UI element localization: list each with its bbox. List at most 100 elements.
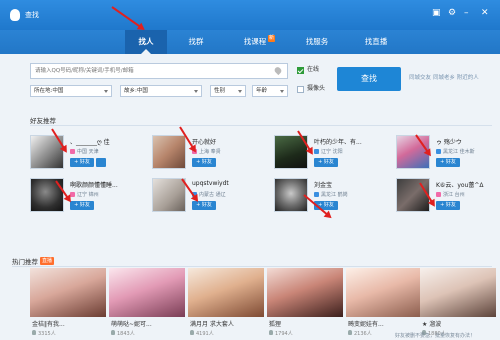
person-name[interactable]: K⑥云、you蕾^Δ bbox=[436, 180, 483, 189]
hometown-select[interactable]: 故乡:中国 bbox=[120, 85, 202, 97]
shirt-icon[interactable]: ▣ bbox=[432, 8, 441, 18]
live-thumbnail[interactable] bbox=[30, 268, 106, 317]
live-card[interactable]: 萌萌哒~妮可... 1843人 bbox=[109, 268, 185, 338]
minimize-icon[interactable]: – bbox=[464, 8, 469, 18]
settings-icon[interactable]: ⚙ bbox=[448, 8, 456, 18]
location-icon[interactable] bbox=[273, 65, 283, 76]
user-icon bbox=[190, 330, 194, 335]
camera-checkbox[interactable] bbox=[297, 86, 304, 93]
divider bbox=[30, 125, 492, 126]
male-icon bbox=[314, 192, 319, 197]
gender-select-value: 性别 bbox=[214, 88, 226, 94]
tab-find-service[interactable]: 找服务 bbox=[296, 30, 338, 54]
live-card[interactable]: 狐狸 1794人 bbox=[267, 268, 343, 338]
live-thumbnail[interactable] bbox=[346, 268, 422, 317]
avatar[interactable] bbox=[152, 135, 186, 169]
add-friend-button[interactable]: + 好友 bbox=[436, 201, 460, 210]
close-icon[interactable]: ✕ bbox=[481, 8, 489, 18]
person-location: 黑龙江 鹤岗 bbox=[314, 191, 348, 198]
qq-logo-icon bbox=[10, 9, 20, 21]
chat-icon[interactable] bbox=[96, 158, 106, 167]
gender-select[interactable]: 性别 bbox=[210, 85, 246, 97]
friends-section-title: 好友推荐 bbox=[30, 117, 56, 125]
chevron-down-icon bbox=[280, 90, 284, 93]
live-name[interactable]: 萌萌哒~妮可... bbox=[111, 319, 152, 328]
person-name[interactable]: upqstvwiydt bbox=[192, 180, 229, 187]
live-card[interactable]: 满月月 求大套人 4191人 bbox=[188, 268, 264, 338]
person-location: 辽宁 沈阳 bbox=[314, 148, 343, 155]
person-name[interactable]: ゥ 殇少ウ bbox=[436, 137, 462, 146]
hot-section-title: 热门推荐 bbox=[12, 258, 38, 266]
person-card[interactable]: 叶朽的少年、有... 辽宁 沈阳 + 好友 bbox=[274, 135, 389, 171]
search-box[interactable] bbox=[30, 63, 288, 79]
divider bbox=[12, 266, 492, 267]
age-select[interactable]: 年龄 bbox=[252, 85, 288, 97]
avatar[interactable] bbox=[152, 178, 186, 212]
live-name[interactable]: 狐狸 bbox=[269, 319, 281, 328]
person-location-text: 辽宁 锦州 bbox=[77, 192, 99, 198]
person-card[interactable]: 啊歌颜颜懂懂睡... 辽宁 锦州 + 好友 bbox=[30, 178, 145, 214]
live-card[interactable]: ★ 溜波 1880人 bbox=[420, 268, 496, 338]
person-name[interactable]: 、_______ღ 佳 bbox=[70, 137, 110, 146]
location-select[interactable]: 所在地:中国 bbox=[30, 85, 112, 97]
person-location-text: 黑龙江 佳木斯 bbox=[443, 149, 475, 155]
female-icon bbox=[70, 149, 75, 154]
person-location: 浙江 台州 bbox=[436, 191, 465, 198]
person-name[interactable]: 刘金宝 bbox=[314, 180, 332, 189]
tab-find-live[interactable]: 找直播 bbox=[355, 30, 397, 54]
person-location: 黑龙江 佳木斯 bbox=[436, 148, 475, 155]
live-thumbnail[interactable] bbox=[188, 268, 264, 317]
chevron-down-icon bbox=[194, 90, 198, 93]
person-card[interactable]: ゥ 殇少ウ 黑龙江 佳木斯 + 好友 bbox=[396, 135, 500, 171]
online-checkbox[interactable] bbox=[297, 67, 304, 74]
live-name[interactable]: 畸变妮娃有... bbox=[348, 319, 384, 328]
person-name[interactable]: 叶朽的少年、有... bbox=[314, 137, 362, 146]
live-thumbnail[interactable] bbox=[267, 268, 343, 317]
add-friend-button[interactable]: + 好友 bbox=[436, 158, 460, 167]
person-card[interactable]: upqstvwiydt 内蒙古 通辽 + 好友 bbox=[152, 178, 267, 214]
user-icon bbox=[111, 330, 115, 335]
add-friend-button[interactable]: + 好友 bbox=[314, 158, 338, 167]
person-name[interactable]: 啊歌颜颜懂懂睡... bbox=[70, 180, 118, 189]
window-title: 查找 bbox=[25, 11, 39, 19]
new-badge: 新 bbox=[268, 35, 276, 42]
live-card[interactable]: 畸变妮娃有... 2136人 bbox=[346, 268, 422, 338]
live-card[interactable]: 金桔‖有我... 3315人 bbox=[30, 268, 106, 338]
person-card[interactable]: K⑥云、you蕾^Δ 浙江 台州 + 好友 bbox=[396, 178, 500, 214]
viewer-count: 1843人 bbox=[117, 331, 135, 337]
live-thumbnail[interactable] bbox=[420, 268, 496, 317]
live-name[interactable]: 满月月 求大套人 bbox=[190, 319, 234, 328]
person-card[interactable]: 刘金宝 黑龙江 鹤岗 + 好友 bbox=[274, 178, 389, 214]
live-badge: 直播 bbox=[40, 257, 55, 265]
avatar[interactable] bbox=[396, 178, 430, 212]
viewer-count: 2136人 bbox=[354, 331, 372, 337]
link-local-nearby[interactable]: 同城老乡 附近的人 bbox=[433, 73, 479, 81]
chevron-down-icon bbox=[238, 90, 242, 93]
tab-bar: 找人 找群 找课程 新 找服务 找直播 bbox=[0, 30, 500, 54]
search-button[interactable]: 查找 bbox=[337, 67, 401, 91]
footer-hint-link[interactable]: 好友被删不要急，批量恢复有办法！ bbox=[395, 332, 475, 339]
tab-find-group[interactable]: 找群 bbox=[177, 30, 215, 54]
live-name[interactable]: 金桔‖有我... bbox=[32, 319, 65, 328]
live-name[interactable]: ★ 溜波 bbox=[422, 319, 441, 328]
person-card[interactable]: 开心就好 上海 奉贤 + 好友 bbox=[152, 135, 267, 171]
add-friend-button[interactable]: + 好友 bbox=[192, 158, 216, 167]
user-icon bbox=[32, 330, 36, 335]
add-friend-button[interactable]: + 好友 bbox=[70, 201, 94, 210]
tab-find-people[interactable]: 找人 bbox=[125, 30, 167, 54]
person-location-text: 辽宁 沈阳 bbox=[321, 149, 343, 155]
online-label: 在线 bbox=[307, 66, 320, 73]
person-location-text: 浙江 台州 bbox=[443, 192, 465, 198]
link-local-dating[interactable]: 同城交友 bbox=[409, 73, 431, 81]
viewer-count: 1794人 bbox=[275, 331, 293, 337]
add-friend-button[interactable]: + 好友 bbox=[70, 158, 94, 167]
tab-find-course[interactable]: 找课程 bbox=[235, 30, 275, 54]
location-select-value: 所在地:中国 bbox=[34, 88, 64, 94]
search-input[interactable] bbox=[31, 64, 261, 78]
user-icon bbox=[269, 330, 273, 335]
live-thumbnail[interactable] bbox=[109, 268, 185, 317]
person-location-text: 中国 天津 bbox=[77, 149, 99, 155]
person-card[interactable]: 、_______ღ 佳 中国 天津 + 好友 bbox=[30, 135, 145, 171]
viewer-count: 4191人 bbox=[196, 331, 214, 337]
find-window: 查找 ▣ ⚙ – ✕ 找人 找群 找课程 新 找服务 找直播 在线 摄像头 查找… bbox=[0, 0, 500, 340]
